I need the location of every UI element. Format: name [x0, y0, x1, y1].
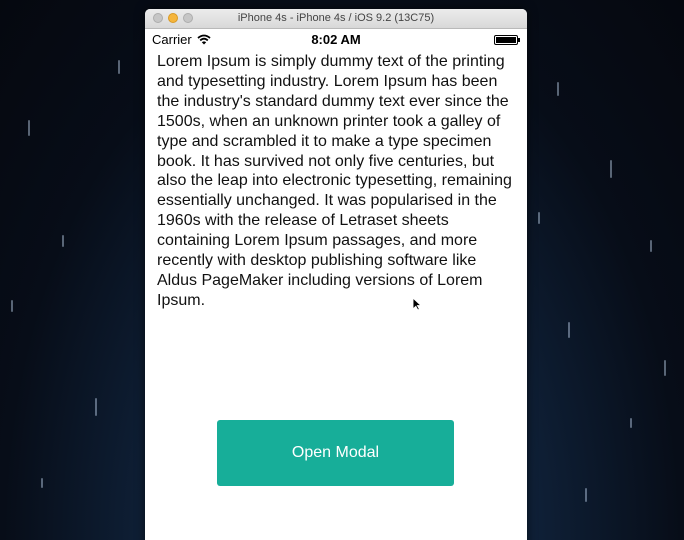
- mouse-cursor-icon: [412, 297, 422, 311]
- rain-streak: [118, 60, 120, 74]
- status-time: 8:02 AM: [311, 32, 361, 47]
- rain-streak: [585, 488, 587, 502]
- simulator-window: iPhone 4s - iPhone 4s / iOS 9.2 (13C75) …: [145, 9, 527, 540]
- body-paragraph: Lorem Ipsum is simply dummy text of the …: [157, 53, 512, 309]
- window-titlebar: iPhone 4s - iPhone 4s / iOS 9.2 (13C75): [145, 9, 527, 29]
- rain-streak: [610, 160, 612, 178]
- rain-streak: [28, 120, 30, 136]
- rain-streak: [11, 300, 13, 312]
- rain-streak: [538, 212, 540, 224]
- ios-status-bar: Carrier 8:02 AM: [145, 29, 527, 49]
- rain-streak: [41, 478, 43, 488]
- rain-streak: [62, 235, 64, 247]
- window-title: iPhone 4s - iPhone 4s / iOS 9.2 (13C75): [237, 12, 435, 24]
- rain-streak: [568, 322, 570, 338]
- rain-streak: [664, 360, 666, 376]
- rain-streak: [557, 82, 559, 96]
- app-content: Lorem Ipsum is simply dummy text of the …: [145, 49, 527, 540]
- rain-streak: [95, 398, 97, 416]
- open-modal-button[interactable]: Open Modal: [217, 420, 454, 486]
- rain-streak: [650, 240, 652, 252]
- rain-streak: [630, 418, 632, 428]
- battery-icon: [494, 35, 520, 45]
